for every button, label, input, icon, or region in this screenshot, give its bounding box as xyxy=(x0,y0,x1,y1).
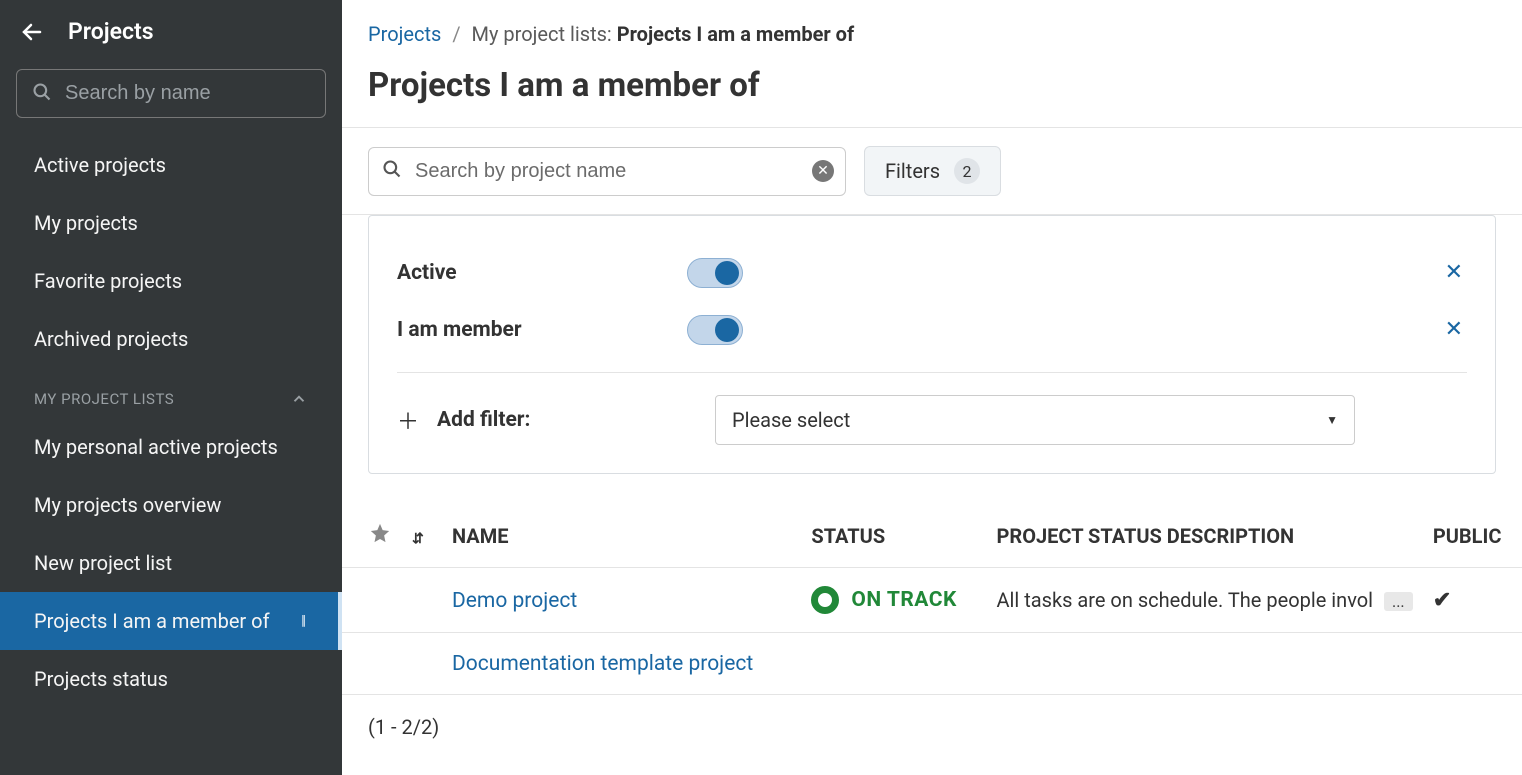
sidebar-list-item-overview[interactable]: My projects overview xyxy=(0,476,342,534)
sidebar-list-item-new[interactable]: New project list xyxy=(0,534,342,592)
page-title: Projects I am a member of xyxy=(342,46,1522,127)
status-text: ON TRACK xyxy=(851,588,956,612)
breadcrumb-leaf: Projects I am a member of xyxy=(617,22,854,46)
sidebar-item-label: My projects xyxy=(34,211,138,235)
add-filter-placeholder: Please select xyxy=(732,408,850,432)
breadcrumb-mid: My project lists: xyxy=(472,22,612,46)
back-arrow-icon[interactable] xyxy=(20,20,44,44)
sub-divider xyxy=(397,372,1467,373)
sidebar-item-label: Archived projects xyxy=(34,327,188,351)
sidebar-list-item-member-of[interactable]: Projects I am a member of || xyxy=(0,592,342,650)
hierarchy-icon: ⇵ xyxy=(412,531,424,547)
plus-icon: ＋ xyxy=(397,404,419,436)
filters-button[interactable]: Filters 2 xyxy=(864,146,1001,196)
sidebar-search xyxy=(16,69,326,118)
projects-table: ⇵ NAME STATUS PROJECT STATUS DESCRIPTION… xyxy=(342,504,1522,695)
name-cell: Documentation template project xyxy=(442,633,801,695)
project-link[interactable]: Demo project xyxy=(452,589,577,613)
name-cell: Demo project xyxy=(442,568,801,633)
status-cell: ON TRACK xyxy=(801,568,986,633)
sidebar-item-label: Projects status xyxy=(34,667,168,691)
column-name[interactable]: NAME xyxy=(442,504,801,568)
breadcrumb-separator: / xyxy=(452,22,460,46)
table-row: Demo project ON TRACK All tasks are on s… xyxy=(342,568,1522,633)
check-icon: ✔ xyxy=(1433,588,1451,613)
breadcrumb: Projects / My project lists: Projects I … xyxy=(342,22,1522,46)
sidebar-title: Projects xyxy=(68,18,154,45)
sidebar-header: Projects xyxy=(0,0,342,55)
desc-text: All tasks are on schedule. The people in… xyxy=(996,588,1373,612)
toggle-member[interactable] xyxy=(687,315,743,345)
desc-cell xyxy=(986,633,1422,695)
remove-filter-icon[interactable]: ✕ xyxy=(1441,313,1467,346)
add-filter-row: ＋ Add filter: Please select ▼ xyxy=(397,395,1467,445)
favorite-cell[interactable] xyxy=(342,568,402,633)
sidebar: Projects Active projects My projects Fav… xyxy=(0,0,342,775)
public-cell: ✔ xyxy=(1423,568,1522,633)
sidebar-section-header[interactable]: MY PROJECT LISTS xyxy=(0,368,342,418)
sidebar-item-label: My personal active projects xyxy=(34,435,278,459)
hierarchy-cell xyxy=(402,633,442,695)
project-search-input[interactable] xyxy=(368,147,846,196)
more-badge[interactable]: ... xyxy=(1384,592,1413,611)
desc-cell: All tasks are on schedule. The people in… xyxy=(986,568,1422,633)
favorite-cell[interactable] xyxy=(342,633,402,695)
main-content: Projects / My project lists: Projects I … xyxy=(342,0,1522,775)
status-dot-icon xyxy=(811,586,839,614)
search-icon xyxy=(32,82,52,106)
sidebar-item-archived-projects[interactable]: Archived projects xyxy=(0,310,342,368)
search-icon xyxy=(382,159,402,183)
sidebar-section-label: MY PROJECT LISTS xyxy=(34,390,174,408)
column-favorite[interactable] xyxy=(342,504,402,568)
hierarchy-cell xyxy=(402,568,442,633)
toggle-knob xyxy=(715,261,739,285)
breadcrumb-root[interactable]: Projects xyxy=(368,22,441,46)
sidebar-item-my-projects[interactable]: My projects xyxy=(0,194,342,252)
sidebar-search-input[interactable] xyxy=(16,69,326,118)
chevron-down-icon: ▼ xyxy=(1326,413,1338,427)
sidebar-item-label: Projects I am a member of xyxy=(34,609,270,633)
sidebar-item-label: Favorite projects xyxy=(34,269,182,293)
filter-row-active: Active ✕ xyxy=(397,244,1467,301)
column-status[interactable]: STATUS xyxy=(801,504,986,568)
add-filter-label: Add filter: xyxy=(437,408,697,432)
clear-icon[interactable]: ✕ xyxy=(812,160,834,182)
add-filter-select[interactable]: Please select ▼ xyxy=(715,395,1355,445)
sidebar-item-label: Active projects xyxy=(34,153,166,177)
pagination-text: (1 - 2/2) xyxy=(342,695,1522,759)
chevron-up-icon xyxy=(290,390,308,408)
toggle-knob xyxy=(715,318,739,342)
filter-row-member: I am member ✕ xyxy=(397,301,1467,358)
column-hierarchy[interactable]: ⇵ xyxy=(402,504,442,568)
sidebar-list-item-status[interactable]: Projects status xyxy=(0,650,342,708)
column-public[interactable]: PUBLIC xyxy=(1423,504,1522,568)
sidebar-list-item-personal-active[interactable]: My personal active projects xyxy=(0,418,342,476)
toolbar: ✕ Filters 2 xyxy=(342,128,1522,214)
project-link[interactable]: Documentation template project xyxy=(452,652,753,676)
status-cell xyxy=(801,633,986,695)
drag-handle-icon[interactable]: || xyxy=(301,613,304,629)
table-header-row: ⇵ NAME STATUS PROJECT STATUS DESCRIPTION… xyxy=(342,504,1522,568)
sidebar-item-label: New project list xyxy=(34,551,172,575)
filters-panel: Active ✕ I am member ✕ ＋ Add filter: Ple… xyxy=(368,215,1496,474)
project-search: ✕ xyxy=(368,147,846,196)
sidebar-item-favorite-projects[interactable]: Favorite projects xyxy=(0,252,342,310)
projects-table-wrap: ⇵ NAME STATUS PROJECT STATUS DESCRIPTION… xyxy=(342,504,1522,695)
remove-filter-icon[interactable]: ✕ xyxy=(1441,256,1467,289)
filters-button-label: Filters xyxy=(885,159,940,183)
table-row: Documentation template project xyxy=(342,633,1522,695)
sidebar-item-active-projects[interactable]: Active projects xyxy=(0,136,342,194)
column-desc[interactable]: PROJECT STATUS DESCRIPTION xyxy=(986,504,1422,568)
sidebar-item-label: My projects overview xyxy=(34,493,221,517)
filters-count-badge: 2 xyxy=(954,158,980,184)
toggle-active[interactable] xyxy=(687,258,743,288)
filter-label: Active xyxy=(397,261,687,285)
filter-label: I am member xyxy=(397,318,687,342)
public-cell xyxy=(1423,633,1522,695)
